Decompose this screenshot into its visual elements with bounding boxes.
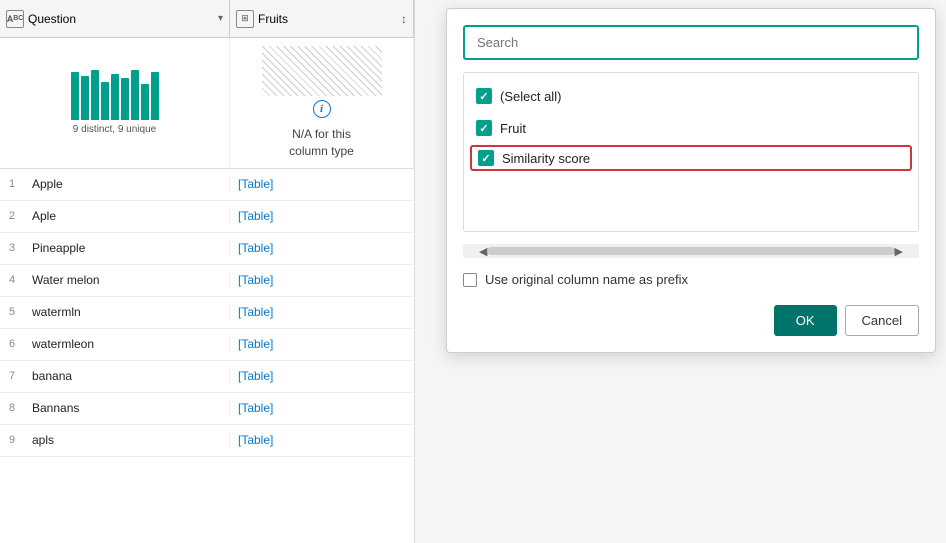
row-num-4: 4 bbox=[0, 274, 24, 286]
na-text: N/A for this column type bbox=[289, 126, 354, 160]
ok-button[interactable]: OK bbox=[774, 305, 837, 336]
row-cell-fruits-6: [Table] bbox=[230, 337, 414, 351]
checkbox-item-fruit[interactable]: Fruit bbox=[476, 115, 906, 141]
row-cell-question-7: banana bbox=[24, 369, 230, 383]
checkbox-fruit[interactable] bbox=[476, 120, 492, 136]
checkbox-similarity-score[interactable] bbox=[478, 150, 494, 166]
bar-2 bbox=[81, 76, 89, 120]
checkbox-select-all[interactable] bbox=[476, 88, 492, 104]
col-header-question: ABC Question ▾ bbox=[0, 0, 230, 37]
column-selector-dialog: (Select all) Fruit Similarity score ◀ ▶ … bbox=[446, 8, 936, 353]
checkbox-item-similarity-score[interactable]: Similarity score bbox=[470, 145, 912, 171]
row-cell-question-5: watermln bbox=[24, 305, 230, 319]
stats-cell-question: 9 distinct, 9 unique bbox=[0, 38, 230, 168]
col-type-icon-fruits: ⊞ bbox=[236, 10, 254, 28]
dropdown-arrow-question[interactable]: ▾ bbox=[218, 13, 223, 24]
checkbox-list: (Select all) Fruit Similarity score bbox=[463, 72, 919, 232]
bar-3 bbox=[91, 70, 99, 120]
data-rows: 1 Apple [Table] 2 Aple [Table] 3 Pineapp… bbox=[0, 169, 414, 543]
stats-row: 9 distinct, 9 unique i N/A for this colu… bbox=[0, 38, 414, 169]
scroll-right-arrow[interactable]: ▶ bbox=[895, 245, 903, 258]
checkbox-label-select-all: (Select all) bbox=[500, 89, 561, 104]
bar-9 bbox=[151, 72, 159, 120]
row-num-9: 9 bbox=[0, 434, 24, 446]
prefix-label: Use original column name as prefix bbox=[485, 272, 688, 287]
table-row: 1 Apple [Table] bbox=[0, 169, 414, 201]
row-cell-fruits-9: [Table] bbox=[230, 433, 414, 447]
table-row: 7 banana [Table] bbox=[0, 361, 414, 393]
main-container: ABC Question ▾ ⊞ Fruits ↕ bbox=[0, 0, 946, 543]
row-cell-fruits-7: [Table] bbox=[230, 369, 414, 383]
col-header-fruits: ⊞ Fruits ↕ bbox=[230, 0, 414, 37]
row-cell-question-8: Bannans bbox=[24, 401, 230, 415]
table-row: 3 Pineapple [Table] bbox=[0, 233, 414, 265]
scroll-left-arrow[interactable]: ◀ bbox=[479, 245, 487, 258]
row-cell-question-3: Pineapple bbox=[24, 241, 230, 255]
row-num-3: 3 bbox=[0, 242, 24, 254]
footer-buttons: OK Cancel bbox=[463, 301, 919, 336]
bar-6 bbox=[121, 78, 129, 120]
row-cell-fruits-3: [Table] bbox=[230, 241, 414, 255]
table-row: 2 Aple [Table] bbox=[0, 201, 414, 233]
row-cell-question-2: Aple bbox=[24, 209, 230, 223]
row-num-7: 7 bbox=[0, 370, 24, 382]
table-row: 5 watermln [Table] bbox=[0, 297, 414, 329]
search-input[interactable] bbox=[463, 25, 919, 60]
na-pattern bbox=[262, 46, 382, 96]
row-cell-question-6: watermleon bbox=[24, 337, 230, 351]
scrollbar-track[interactable] bbox=[487, 247, 894, 255]
bar-8 bbox=[141, 84, 149, 120]
table-row: 9 apls [Table] bbox=[0, 425, 414, 457]
row-num-1: 1 bbox=[0, 178, 24, 190]
table-row: 6 watermleon [Table] bbox=[0, 329, 414, 361]
row-cell-fruits-4: [Table] bbox=[230, 273, 414, 287]
bar-4 bbox=[101, 82, 109, 120]
row-cell-fruits-2: [Table] bbox=[230, 209, 414, 223]
bar-7 bbox=[131, 70, 139, 120]
cancel-button[interactable]: Cancel bbox=[845, 305, 919, 336]
info-icon: i bbox=[313, 100, 331, 118]
table-row: 4 Water melon [Table] bbox=[0, 265, 414, 297]
row-cell-fruits-5: [Table] bbox=[230, 305, 414, 319]
row-num-8: 8 bbox=[0, 402, 24, 414]
row-cell-fruits-8: [Table] bbox=[230, 401, 414, 415]
checkbox-label-similarity-score: Similarity score bbox=[502, 151, 590, 166]
bar-chart bbox=[63, 70, 167, 120]
left-panel: ABC Question ▾ ⊞ Fruits ↕ bbox=[0, 0, 415, 543]
stats-cell-fruits: i N/A for this column type bbox=[230, 38, 414, 168]
prefix-row[interactable]: Use original column name as prefix bbox=[463, 270, 919, 289]
col-type-icon-question: ABC bbox=[6, 10, 24, 28]
row-cell-fruits-1: [Table] bbox=[230, 177, 414, 191]
search-wrapper bbox=[463, 25, 919, 60]
stats-label: 9 distinct, 9 unique bbox=[73, 124, 156, 135]
row-num-2: 2 bbox=[0, 210, 24, 222]
row-num-6: 6 bbox=[0, 338, 24, 350]
row-cell-question-1: Apple bbox=[24, 177, 230, 191]
checkbox-item-select-all[interactable]: (Select all) bbox=[476, 83, 906, 109]
row-num-5: 5 bbox=[0, 306, 24, 318]
bar-1 bbox=[71, 72, 79, 120]
checkbox-label-fruit: Fruit bbox=[500, 121, 526, 136]
prefix-checkbox[interactable] bbox=[463, 273, 477, 287]
sort-icon-fruits[interactable]: ↕ bbox=[401, 12, 407, 26]
row-cell-question-4: Water melon bbox=[24, 273, 230, 287]
col-label-fruits: Fruits bbox=[258, 12, 288, 26]
bar-5 bbox=[111, 74, 119, 120]
row-cell-question-9: apls bbox=[24, 433, 230, 447]
table-row: 8 Bannans [Table] bbox=[0, 393, 414, 425]
table-header: ABC Question ▾ ⊞ Fruits ↕ bbox=[0, 0, 414, 38]
scrollbar-row: ◀ ▶ bbox=[463, 244, 919, 258]
col-label-question: Question bbox=[28, 12, 76, 26]
